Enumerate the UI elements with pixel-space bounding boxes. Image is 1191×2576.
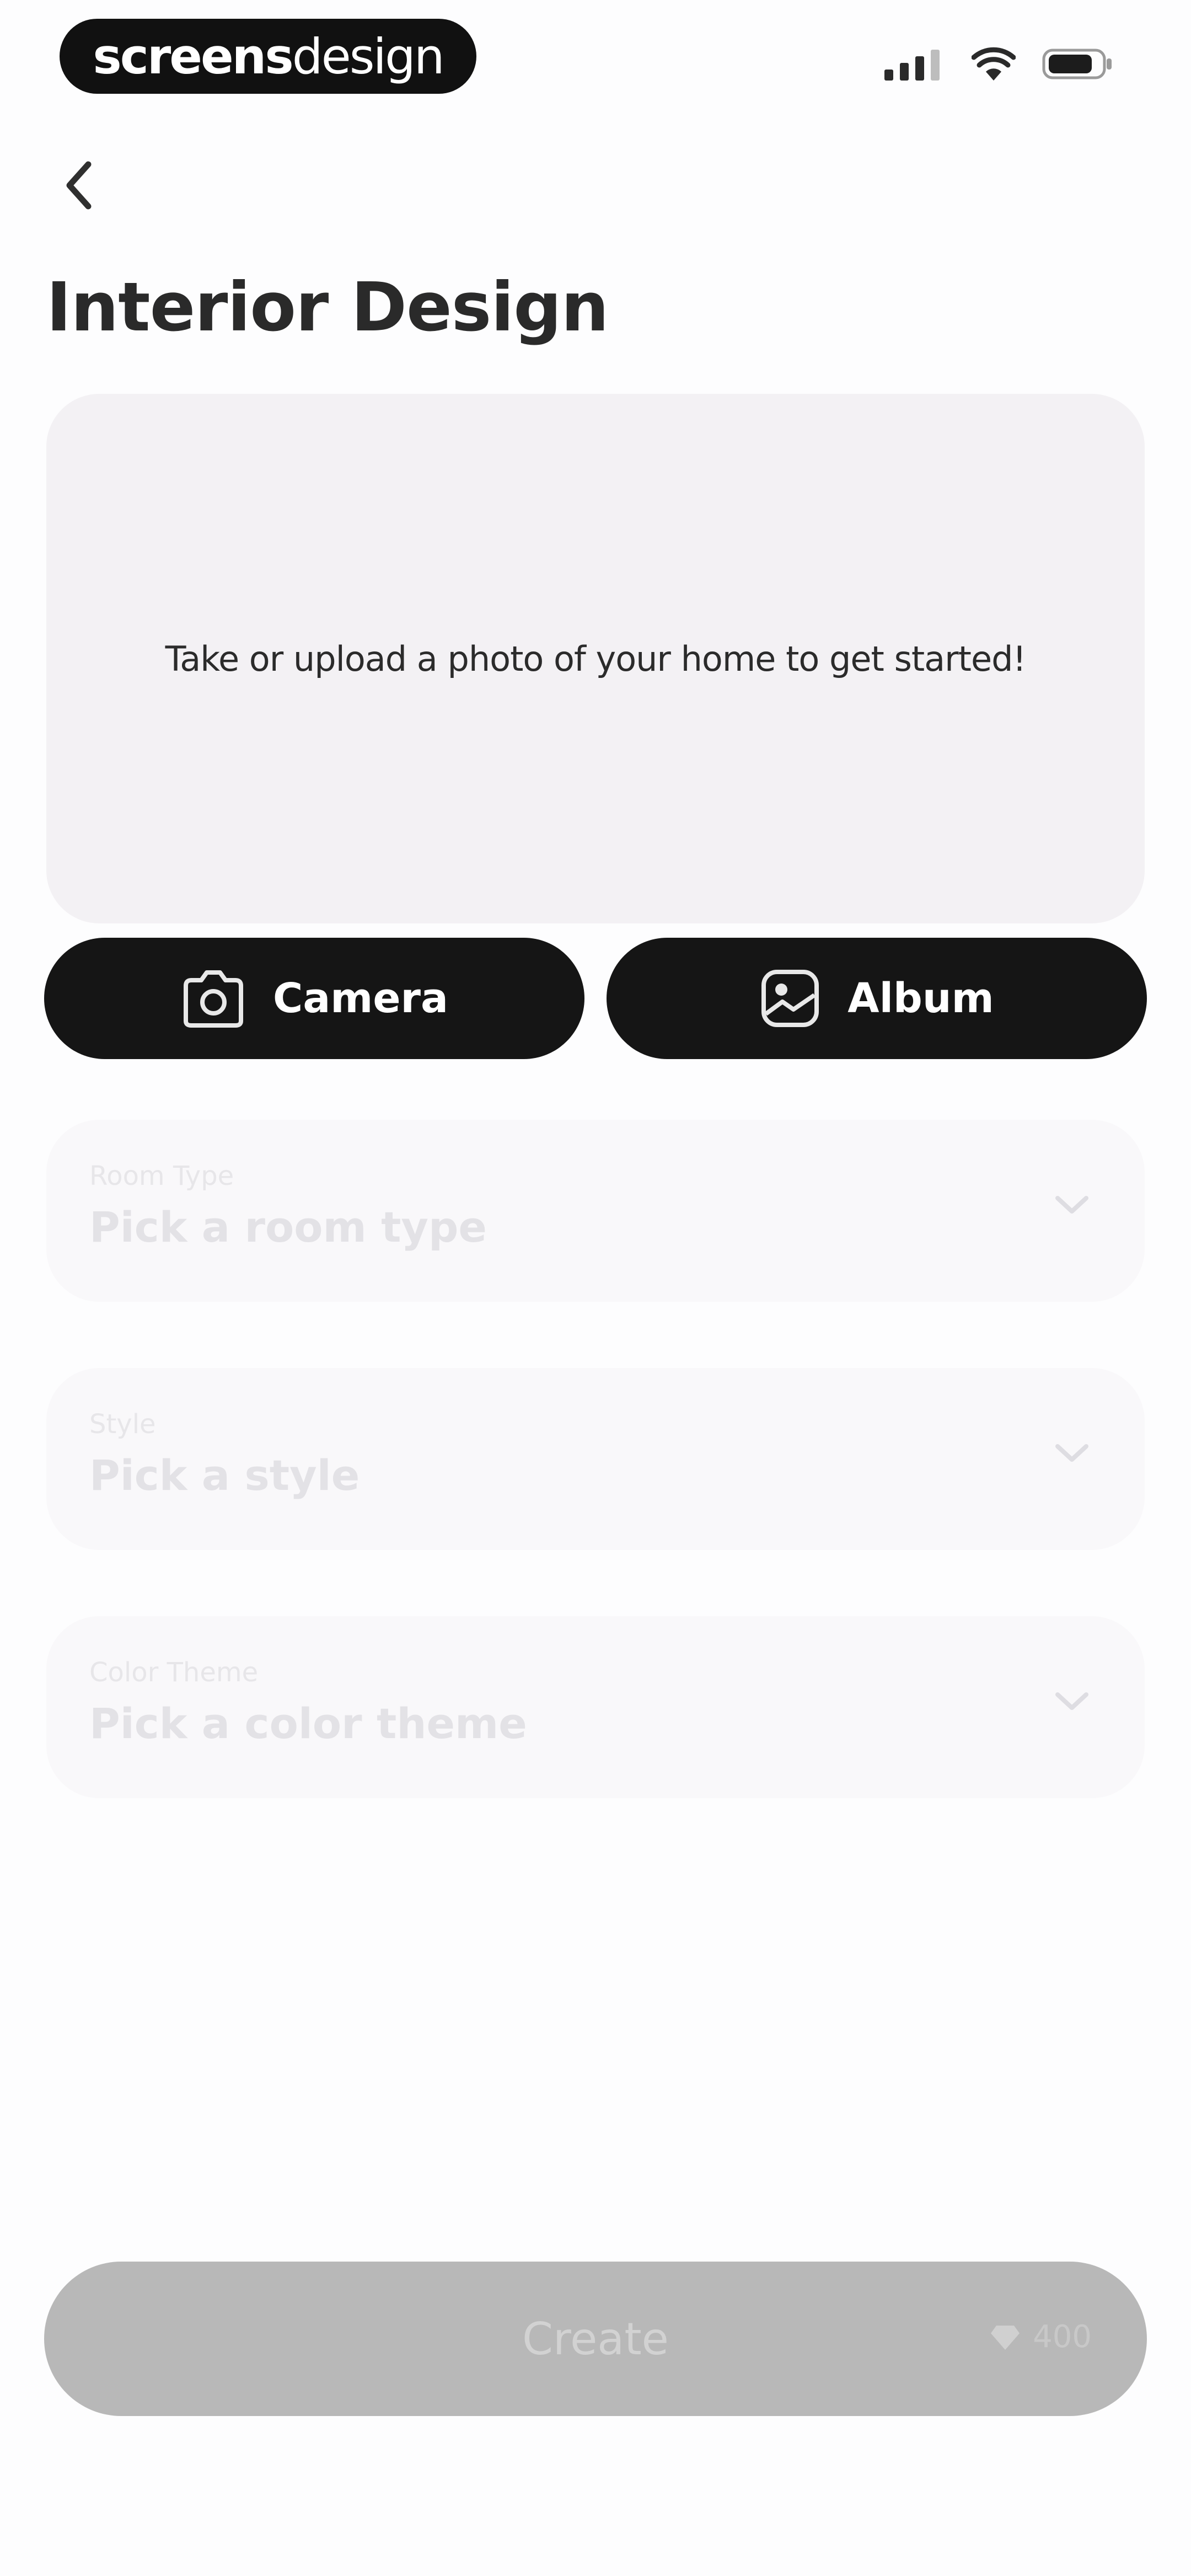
room-type-select[interactable]: Room Type Pick a room type	[46, 1120, 1145, 1302]
brand-badge: screens design	[60, 19, 476, 94]
room-type-placeholder: Pick a room type	[89, 1203, 487, 1252]
brand-light: design	[292, 28, 445, 85]
style-placeholder: Pick a style	[89, 1451, 360, 1500]
page-title: Interior Design	[46, 268, 609, 346]
create-label: Create	[522, 2313, 669, 2365]
chevron-down-icon	[1055, 1444, 1088, 1462]
chevron-left-icon	[66, 161, 92, 210]
camera-icon	[180, 968, 246, 1029]
color-theme-select[interactable]: Color Theme Pick a color theme	[46, 1616, 1145, 1798]
color-theme-placeholder: Pick a color theme	[89, 1699, 527, 1748]
credits-cost: 400	[990, 2319, 1092, 2355]
battery-icon	[1042, 49, 1112, 79]
color-theme-label: Color Theme	[89, 1657, 259, 1688]
interior-design-screen: screens design Interior Design Take or up…	[0, 0, 1191, 2576]
wifi-icon	[972, 47, 1016, 81]
status-icons	[884, 46, 1114, 82]
style-label: Style	[89, 1409, 156, 1440]
chevron-down-icon	[1055, 1196, 1088, 1214]
upload-prompt: Take or upload a photo of your home to g…	[165, 638, 1027, 679]
album-icon	[759, 968, 821, 1029]
credits-value: 400	[1033, 2319, 1092, 2355]
create-button[interactable]: Create 400	[44, 2262, 1147, 2416]
camera-button[interactable]: Camera	[44, 938, 584, 1059]
gem-icon	[991, 2325, 1020, 2350]
style-select[interactable]: Style Pick a style	[46, 1368, 1145, 1550]
brand-bold: screens	[93, 28, 293, 85]
signal-icon	[884, 50, 940, 81]
album-button[interactable]: Album	[607, 938, 1147, 1059]
camera-label: Camera	[273, 975, 448, 1022]
album-label: Album	[847, 975, 994, 1022]
photo-upload-area[interactable]: Take or upload a photo of your home to g…	[46, 394, 1145, 923]
back-button[interactable]	[53, 152, 106, 218]
chevron-down-icon	[1055, 1692, 1088, 1710]
room-type-label: Room Type	[89, 1161, 234, 1191]
